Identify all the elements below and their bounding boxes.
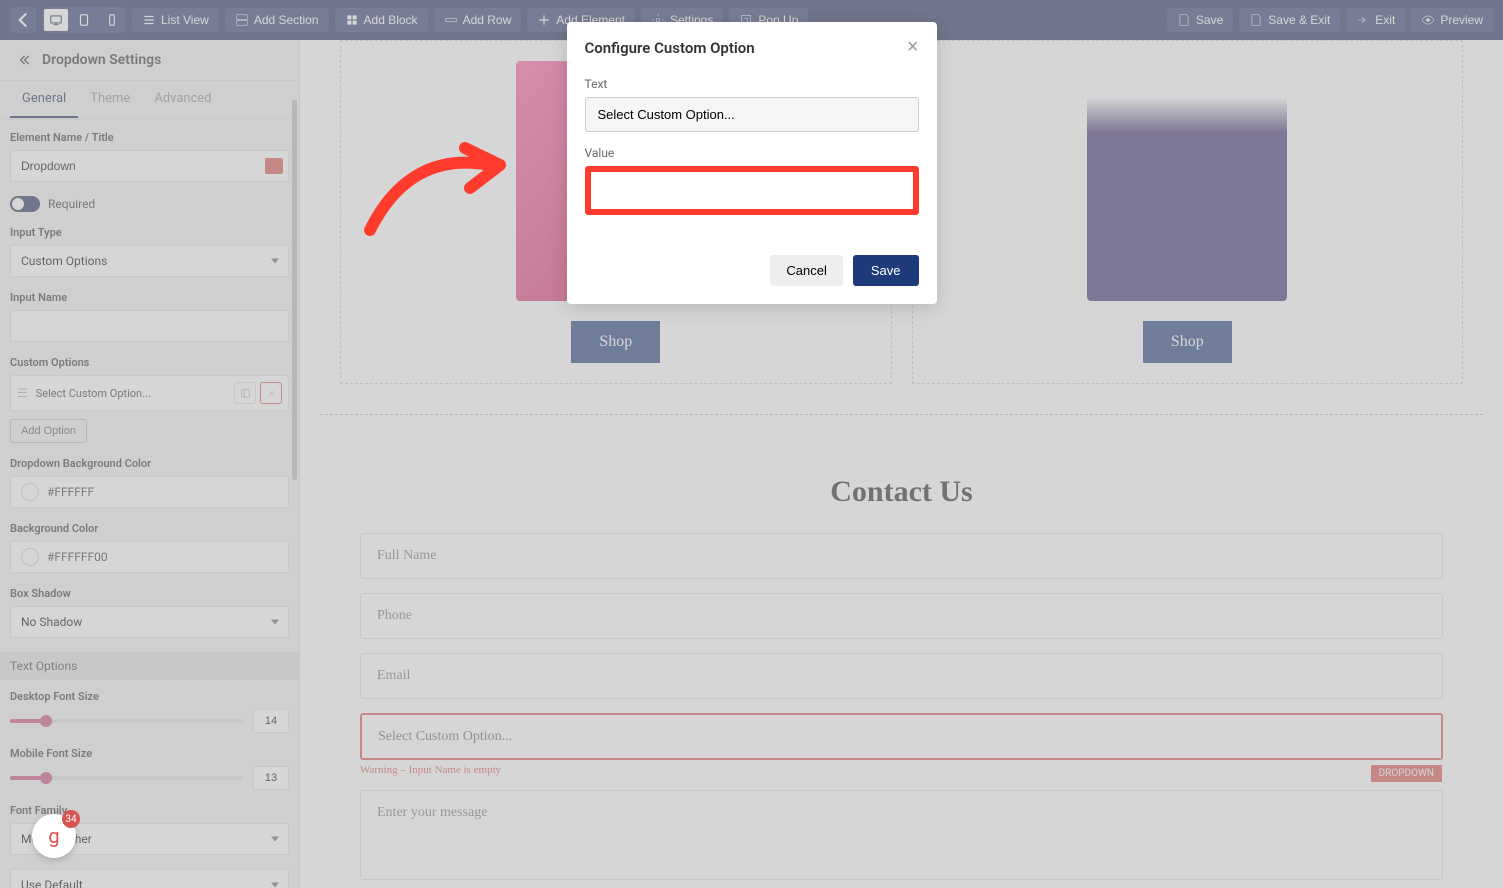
text-input[interactable]	[585, 97, 919, 132]
text-field-label: Text	[585, 77, 919, 91]
close-icon[interactable]: ×	[907, 36, 919, 59]
help-badge-icon: g	[48, 824, 59, 848]
help-badge-count: 34	[62, 810, 80, 828]
value-field-label: Value	[585, 146, 919, 160]
cancel-button[interactable]: Cancel	[770, 255, 842, 286]
modal-save-button[interactable]: Save	[853, 255, 919, 286]
configure-option-modal: Configure Custom Option × Text Value Can…	[567, 22, 937, 304]
modal-title: Configure Custom Option	[585, 39, 755, 57]
value-input[interactable]	[603, 181, 901, 200]
help-badge[interactable]: g 34	[32, 814, 76, 858]
value-input-highlight	[585, 166, 919, 215]
